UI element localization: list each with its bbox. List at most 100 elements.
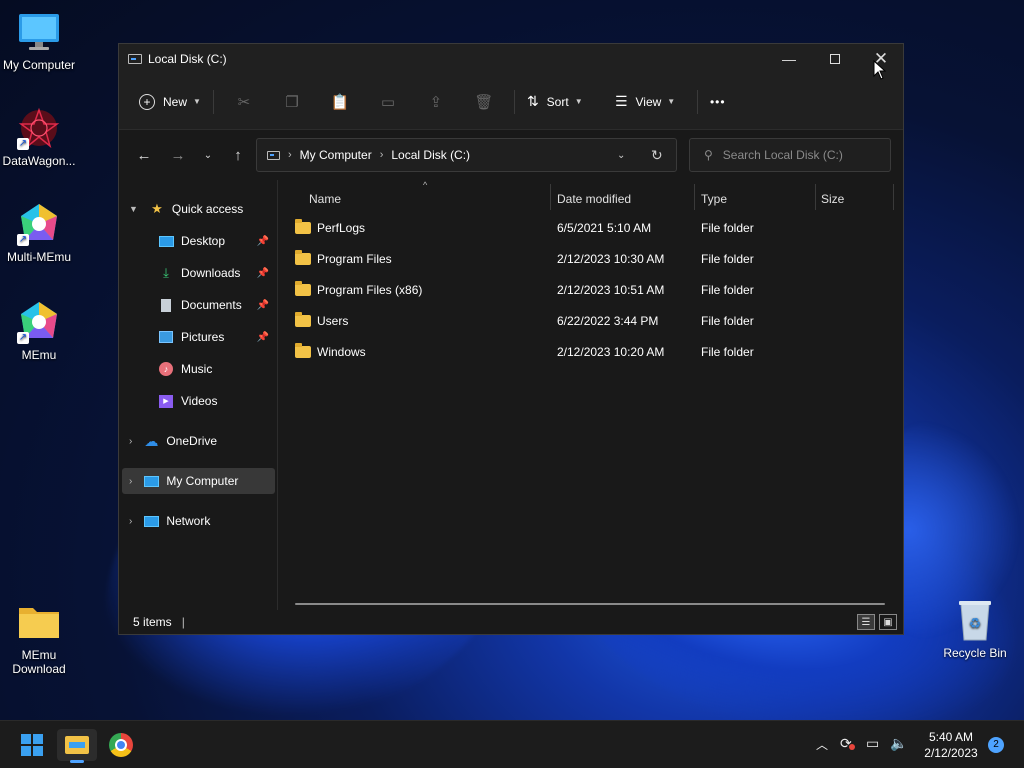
arrow-left-icon: ← xyxy=(136,146,152,164)
sidebar-item-quick-access[interactable]: ▼ ★ Quick access xyxy=(119,196,275,222)
desktop-icon-memu[interactable]: ↗ MEmu xyxy=(0,300,78,362)
clock[interactable]: 5:40 AM 2/12/2023 xyxy=(916,729,986,761)
desktop-icon-label: Multi-MEmu xyxy=(6,250,71,264)
file-type: File folder xyxy=(701,221,754,235)
file-explorer-window: Local Disk (C:) — ✕ + New ▼ ✂ ❐ 📋 ▭ ⇪ 🗑 … xyxy=(118,43,904,635)
breadcrumb-separator-icon: › xyxy=(379,149,384,161)
delete-button[interactable]: 🗑 xyxy=(460,86,508,118)
desktop-icon-my-computer[interactable]: My Computer xyxy=(0,10,78,72)
star-icon: ★ xyxy=(151,201,163,216)
column-header-size[interactable]: Size xyxy=(821,188,844,210)
file-name: Program Files (x86) xyxy=(317,283,423,297)
file-date: 6/5/2021 5:10 AM xyxy=(557,221,652,235)
sidebar-item-desktop[interactable]: Desktop 📌 xyxy=(119,228,275,254)
clock-time: 5:40 AM xyxy=(928,730,974,744)
file-date: 2/12/2023 10:30 AM xyxy=(557,252,665,266)
taskbar-chrome[interactable] xyxy=(101,729,141,761)
videos-icon: ▶ xyxy=(157,393,175,409)
sidebar-label: Quick access xyxy=(171,202,244,216)
column-divider[interactable] xyxy=(550,184,551,210)
taskbar-file-explorer[interactable] xyxy=(57,729,97,763)
folder-icon xyxy=(295,250,311,265)
file-row[interactable]: Program Files 2/12/2023 10:30 AM File fo… xyxy=(295,245,885,273)
column-divider[interactable] xyxy=(893,184,894,210)
pin-icon: 📌 xyxy=(256,267,269,279)
recent-locations-button[interactable]: ⌄ xyxy=(193,141,223,169)
chevron-down-icon: ▼ xyxy=(193,97,201,106)
sidebar-label: Downloads xyxy=(181,266,241,280)
sidebar-item-music[interactable]: ♪ Music xyxy=(119,356,275,382)
horizontal-scrollbar[interactable] xyxy=(295,603,885,605)
paste-button[interactable]: 📋 xyxy=(316,86,364,118)
sidebar-item-documents[interactable]: Documents 📌 xyxy=(119,292,275,318)
details-view-icon: ☰ xyxy=(861,616,871,628)
share-button[interactable]: ⇪ xyxy=(412,86,460,118)
sidebar-label: Documents xyxy=(181,298,242,312)
file-date: 2/12/2023 10:51 AM xyxy=(557,283,665,297)
network-status-icon[interactable]: ▭ xyxy=(866,735,879,752)
desktop-icon-label: My Computer xyxy=(2,58,76,72)
search-box[interactable]: ⚲ Search Local Disk (C:) xyxy=(689,138,891,172)
pin-icon: 📌 xyxy=(256,331,269,343)
file-row[interactable]: PerfLogs 6/5/2021 5:10 AM File folder xyxy=(295,214,885,242)
desktop-icon-recycle-bin[interactable]: ♻ Recycle Bin xyxy=(935,598,1015,660)
copy-icon: ❐ xyxy=(285,93,299,111)
file-type: File folder xyxy=(701,283,754,297)
scissors-icon: ✂ xyxy=(237,93,251,111)
maximize-icon xyxy=(830,54,840,64)
volume-icon[interactable]: 🔈 xyxy=(890,735,907,752)
pin-icon: 📌 xyxy=(256,235,269,247)
search-icon: ⚲ xyxy=(704,148,713,162)
sidebar-label: Music xyxy=(181,362,213,376)
desktop-icon-datawagon[interactable]: ↗ DataWagon... xyxy=(0,106,78,168)
desktop-icon-memu-download[interactable]: MEmu Download xyxy=(0,600,78,676)
sidebar-label: OneDrive xyxy=(166,434,218,448)
navigation-bar: ← → ⌄ ↑ › My Computer › Local Disk (C:) … xyxy=(119,130,903,180)
details-view-button[interactable]: ☰ xyxy=(857,614,875,630)
column-header-name[interactable]: Name xyxy=(309,188,341,210)
sidebar-item-network[interactable]: › Network xyxy=(119,508,275,534)
address-dropdown-icon[interactable]: ⌄ xyxy=(617,150,625,161)
address-bar[interactable]: › My Computer › Local Disk (C:) ⌄ ↻ xyxy=(256,138,677,172)
up-button[interactable]: ↑ xyxy=(223,141,253,169)
copy-button[interactable]: ❐ xyxy=(268,86,316,118)
sidebar-item-my-computer[interactable]: › My Computer xyxy=(122,468,275,494)
breadcrumb-local-disk[interactable]: Local Disk (C:) xyxy=(391,148,470,162)
chevron-down-icon: ▼ xyxy=(667,97,676,106)
forward-button[interactable]: → xyxy=(163,141,193,169)
new-button[interactable]: + New ▼ xyxy=(133,86,207,118)
drive-icon xyxy=(267,150,280,160)
view-button[interactable]: ☰ View ▼ xyxy=(609,86,691,118)
column-divider[interactable] xyxy=(694,184,695,210)
sidebar-item-downloads[interactable]: ⤓ Downloads 📌 xyxy=(119,260,275,286)
column-divider[interactable] xyxy=(815,184,816,210)
sidebar-item-videos[interactable]: ▶ Videos xyxy=(119,388,275,414)
tiles-view-button[interactable]: ▣ xyxy=(879,614,897,630)
sync-icon[interactable]: ⟳ xyxy=(840,735,855,752)
column-header-type[interactable]: Type xyxy=(701,188,727,210)
chrome-icon xyxy=(109,733,133,757)
sidebar-item-onedrive[interactable]: › ☁ OneDrive xyxy=(119,428,275,454)
maximize-button[interactable] xyxy=(812,44,858,74)
refresh-icon[interactable]: ↻ xyxy=(651,147,663,164)
toolbar-divider xyxy=(696,89,698,114)
file-row[interactable]: Program Files (x86) 2/12/2023 10:51 AM F… xyxy=(295,276,885,304)
sidebar-item-pictures[interactable]: Pictures 📌 xyxy=(119,324,275,350)
minimize-button[interactable]: — xyxy=(766,44,812,74)
more-options-button[interactable]: ••• xyxy=(704,86,732,118)
desktop-icon-multi-memu[interactable]: ↗ Multi-MEmu xyxy=(0,202,78,264)
chevron-right-icon: › xyxy=(129,515,133,527)
file-row[interactable]: Users 6/22/2022 3:44 PM File folder xyxy=(295,307,885,335)
file-row[interactable]: Windows 2/12/2023 10:20 AM File folder xyxy=(295,338,885,366)
breadcrumb-my-computer[interactable]: My Computer xyxy=(300,148,372,162)
desktop-icon xyxy=(157,233,175,249)
back-button[interactable]: ← xyxy=(129,141,159,169)
show-hidden-icons-button[interactable]: ︿ xyxy=(816,736,828,753)
cut-button[interactable]: ✂ xyxy=(220,86,268,118)
start-button[interactable] xyxy=(12,729,52,761)
rename-button[interactable]: ▭ xyxy=(364,86,412,118)
column-header-date[interactable]: Date modified xyxy=(557,188,631,210)
navigation-pane: ▼ ★ Quick access Desktop 📌 ⤓ Downloads 📌… xyxy=(119,180,278,610)
notification-badge[interactable]: 2 xyxy=(988,737,1004,753)
sort-button[interactable]: ⇅ Sort ▼ xyxy=(521,86,603,118)
